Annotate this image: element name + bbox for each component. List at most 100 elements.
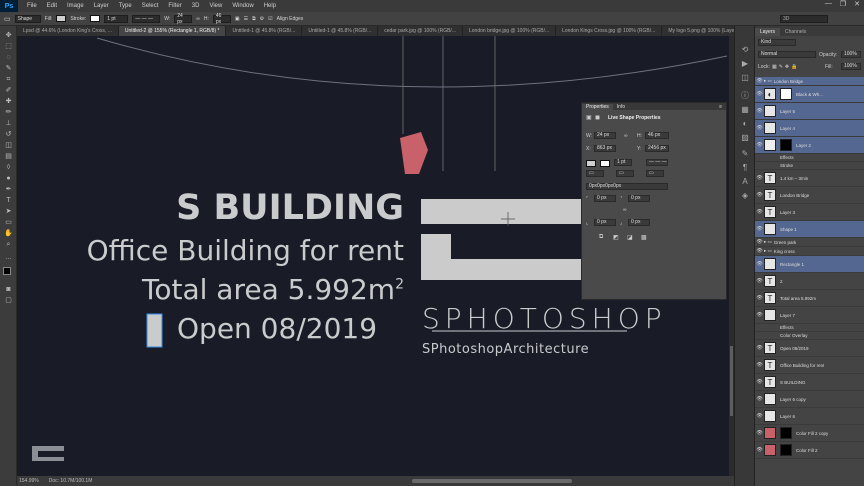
layer-row[interactable]: 👁 T Open 08/2019 xyxy=(755,340,864,357)
tab-channels[interactable]: Channels xyxy=(780,28,811,36)
visibility-eye-icon[interactable]: 👁 xyxy=(755,175,764,181)
layer-row[interactable]: 👁 ▸ ▭ King cross xyxy=(755,247,864,256)
screen-mode-icon[interactable]: ▢ xyxy=(4,297,13,304)
corner-bl-field[interactable]: 0 px xyxy=(594,219,616,226)
visibility-eye-icon[interactable]: 👁 xyxy=(755,91,764,97)
corner-tl-field[interactable]: 0 px xyxy=(594,195,616,202)
visibility-eye-icon[interactable]: 👁 xyxy=(755,78,764,84)
folder-icon[interactable]: ▸ ▭ xyxy=(764,248,772,254)
layer-row[interactable]: 👁 Layer 6 copy xyxy=(755,391,864,408)
tab-cedar-park[interactable]: cedar park.jpg @ 100% (RGB/... xyxy=(378,26,463,36)
tab-london-bridge[interactable]: London bridge.jpg @ 100% (RGB/... xyxy=(463,26,557,36)
prop-height-field[interactable]: 46 px xyxy=(645,132,669,139)
healing-brush-icon[interactable]: ✚ xyxy=(4,98,13,105)
align-edges-checkbox[interactable]: ☑ xyxy=(268,16,272,22)
layer-row[interactable]: 👁 Layer 4 xyxy=(755,120,864,137)
path-select-tool-icon[interactable]: ➤ xyxy=(4,208,13,215)
menu-file[interactable]: File xyxy=(22,3,42,9)
adjustments-icon[interactable]: ◐ xyxy=(740,120,750,128)
path-operations-icon[interactable]: ▣ xyxy=(235,16,240,22)
path-op-intersect-icon[interactable]: ◪ xyxy=(627,234,633,241)
visibility-eye-icon[interactable]: 👁 xyxy=(755,142,764,148)
fill-field[interactable]: 100% xyxy=(841,63,861,70)
layer-row[interactable]: 👁 Shape 1 xyxy=(755,221,864,238)
lasso-tool-icon[interactable]: ◌ xyxy=(4,54,13,61)
type-tool-icon[interactable]: T xyxy=(4,197,13,204)
rectangle-tool-icon[interactable]: ▭ xyxy=(4,219,13,226)
history-brush-icon[interactable]: ↺ xyxy=(4,131,13,138)
visibility-eye-icon[interactable]: 👁 xyxy=(755,396,764,402)
tab-untitled-1b[interactable]: Untitled-1 @ 45.8% (RGB/... xyxy=(302,26,379,36)
history-icon[interactable]: ⟲ xyxy=(740,46,750,54)
layer-row[interactable]: Effects xyxy=(755,154,864,162)
height-field[interactable]: 46 px xyxy=(212,13,231,25)
tab-info[interactable]: Info xyxy=(613,104,629,110)
menu-image[interactable]: Image xyxy=(62,3,89,9)
layer-row[interactable]: Color Overlay xyxy=(755,332,864,340)
visibility-eye-icon[interactable]: 👁 xyxy=(755,209,764,215)
layer-row[interactable]: 👁 Layer 6 xyxy=(755,408,864,425)
prop-cap-type-select[interactable]: ▭ xyxy=(616,170,634,177)
styles-icon[interactable]: ▨ xyxy=(740,134,750,142)
prop-stroke-swatch[interactable] xyxy=(600,160,610,167)
path-op-combine-icon[interactable]: ⧉ xyxy=(599,234,603,241)
prop-stroke-width-field[interactable]: 1 pt xyxy=(614,159,632,166)
layer-row[interactable]: 👁 ◐ Black & Wh... xyxy=(755,86,864,103)
quick-mask-icon[interactable]: ◙ xyxy=(4,286,13,293)
width-field[interactable]: 24 px xyxy=(174,13,193,25)
blur-tool-icon[interactable]: ◊ xyxy=(4,164,13,171)
prop-corner-type-select[interactable]: ▭ xyxy=(646,170,664,177)
menu-edit[interactable]: Edit xyxy=(42,3,62,9)
prop-y-field[interactable]: 2456 px xyxy=(645,145,669,152)
layer-row[interactable]: 👁 Layer 2 xyxy=(755,137,864,154)
prop-x-field[interactable]: 863 px xyxy=(594,145,616,152)
layer-row[interactable]: 👁 T Layer 3 xyxy=(755,204,864,221)
visibility-eye-icon[interactable]: 👁 xyxy=(755,379,764,385)
layer-mask-thumbnail[interactable] xyxy=(780,444,792,456)
visibility-eye-icon[interactable]: 👁 xyxy=(755,447,764,453)
gradient-tool-icon[interactable]: ▤ xyxy=(4,153,13,160)
tab-my-logo[interactable]: My logo 5.png @ 100% (Layer 0, RGB/... xyxy=(662,26,734,36)
info-icon[interactable]: ⓘ xyxy=(740,92,750,100)
menu-3d[interactable]: 3D xyxy=(187,3,205,9)
tool-mode-select[interactable]: Shape xyxy=(14,14,41,23)
lock-icons[interactable]: ▦✎✥🔒 xyxy=(772,64,799,70)
prop-align-stroke-select[interactable]: ▭ xyxy=(586,170,604,177)
clone-stamp-icon[interactable]: ⊥ xyxy=(4,120,13,127)
menu-filter[interactable]: Filter xyxy=(163,3,186,9)
navigator-icon[interactable]: ◫ xyxy=(740,74,750,82)
swatches-icon[interactable]: ▦ xyxy=(740,106,750,114)
panel-menu-icon[interactable]: ≡ xyxy=(715,104,726,110)
eraser-tool-icon[interactable]: ◫ xyxy=(4,142,13,149)
hand-tool-icon[interactable]: ✋ xyxy=(4,230,13,237)
link-corners-icon[interactable]: ∞ xyxy=(623,207,627,213)
tab-untitled-2[interactable]: Untitled-2 @ 155% (Rectangle 1, RGB/8) * xyxy=(118,26,227,36)
layer-row[interactable]: 👁 Layer 7 xyxy=(755,307,864,324)
stroke-type-select[interactable]: — — — xyxy=(132,14,161,23)
paragraph-icon[interactable]: ¶ xyxy=(740,164,750,172)
move-tool-icon[interactable]: ✥ xyxy=(4,32,13,39)
marquee-tool-icon[interactable]: ⬚ xyxy=(4,43,13,50)
visibility-eye-icon[interactable]: 👁 xyxy=(755,239,764,245)
prop-width-field[interactable]: 24 px xyxy=(594,132,616,139)
workspace-select[interactable]: 3D xyxy=(780,15,828,23)
stroke-width-field[interactable]: 1 pt xyxy=(104,14,129,23)
visibility-eye-icon[interactable]: 👁 xyxy=(755,295,764,301)
visibility-eye-icon[interactable]: 👁 xyxy=(755,413,764,419)
tab-layers[interactable]: Layers xyxy=(755,28,781,36)
visibility-eye-icon[interactable]: 👁 xyxy=(755,108,764,114)
prop-stroke-type-select[interactable]: — — — xyxy=(646,159,668,166)
tool-preset-icon[interactable]: ▭ xyxy=(4,15,11,23)
prop-fill-swatch[interactable] xyxy=(586,160,596,167)
corner-br-field[interactable]: 0 px xyxy=(628,219,650,226)
brush-tool-icon[interactable]: ✏ xyxy=(4,109,13,116)
layer-row[interactable]: 👁 T London Bridge xyxy=(755,187,864,204)
visibility-eye-icon[interactable]: 👁 xyxy=(755,278,764,284)
visibility-eye-icon[interactable]: 👁 xyxy=(755,192,764,198)
mask-properties-icon[interactable]: ◼ xyxy=(595,114,600,121)
layer-row[interactable]: Stroke xyxy=(755,162,864,170)
layer-mask-thumbnail[interactable] xyxy=(780,139,792,151)
layer-mask-thumbnail[interactable] xyxy=(780,88,792,100)
layer-row[interactable]: 👁 ▸ ▭ Green park xyxy=(755,238,864,247)
actions-icon[interactable]: ▶ xyxy=(740,60,750,68)
